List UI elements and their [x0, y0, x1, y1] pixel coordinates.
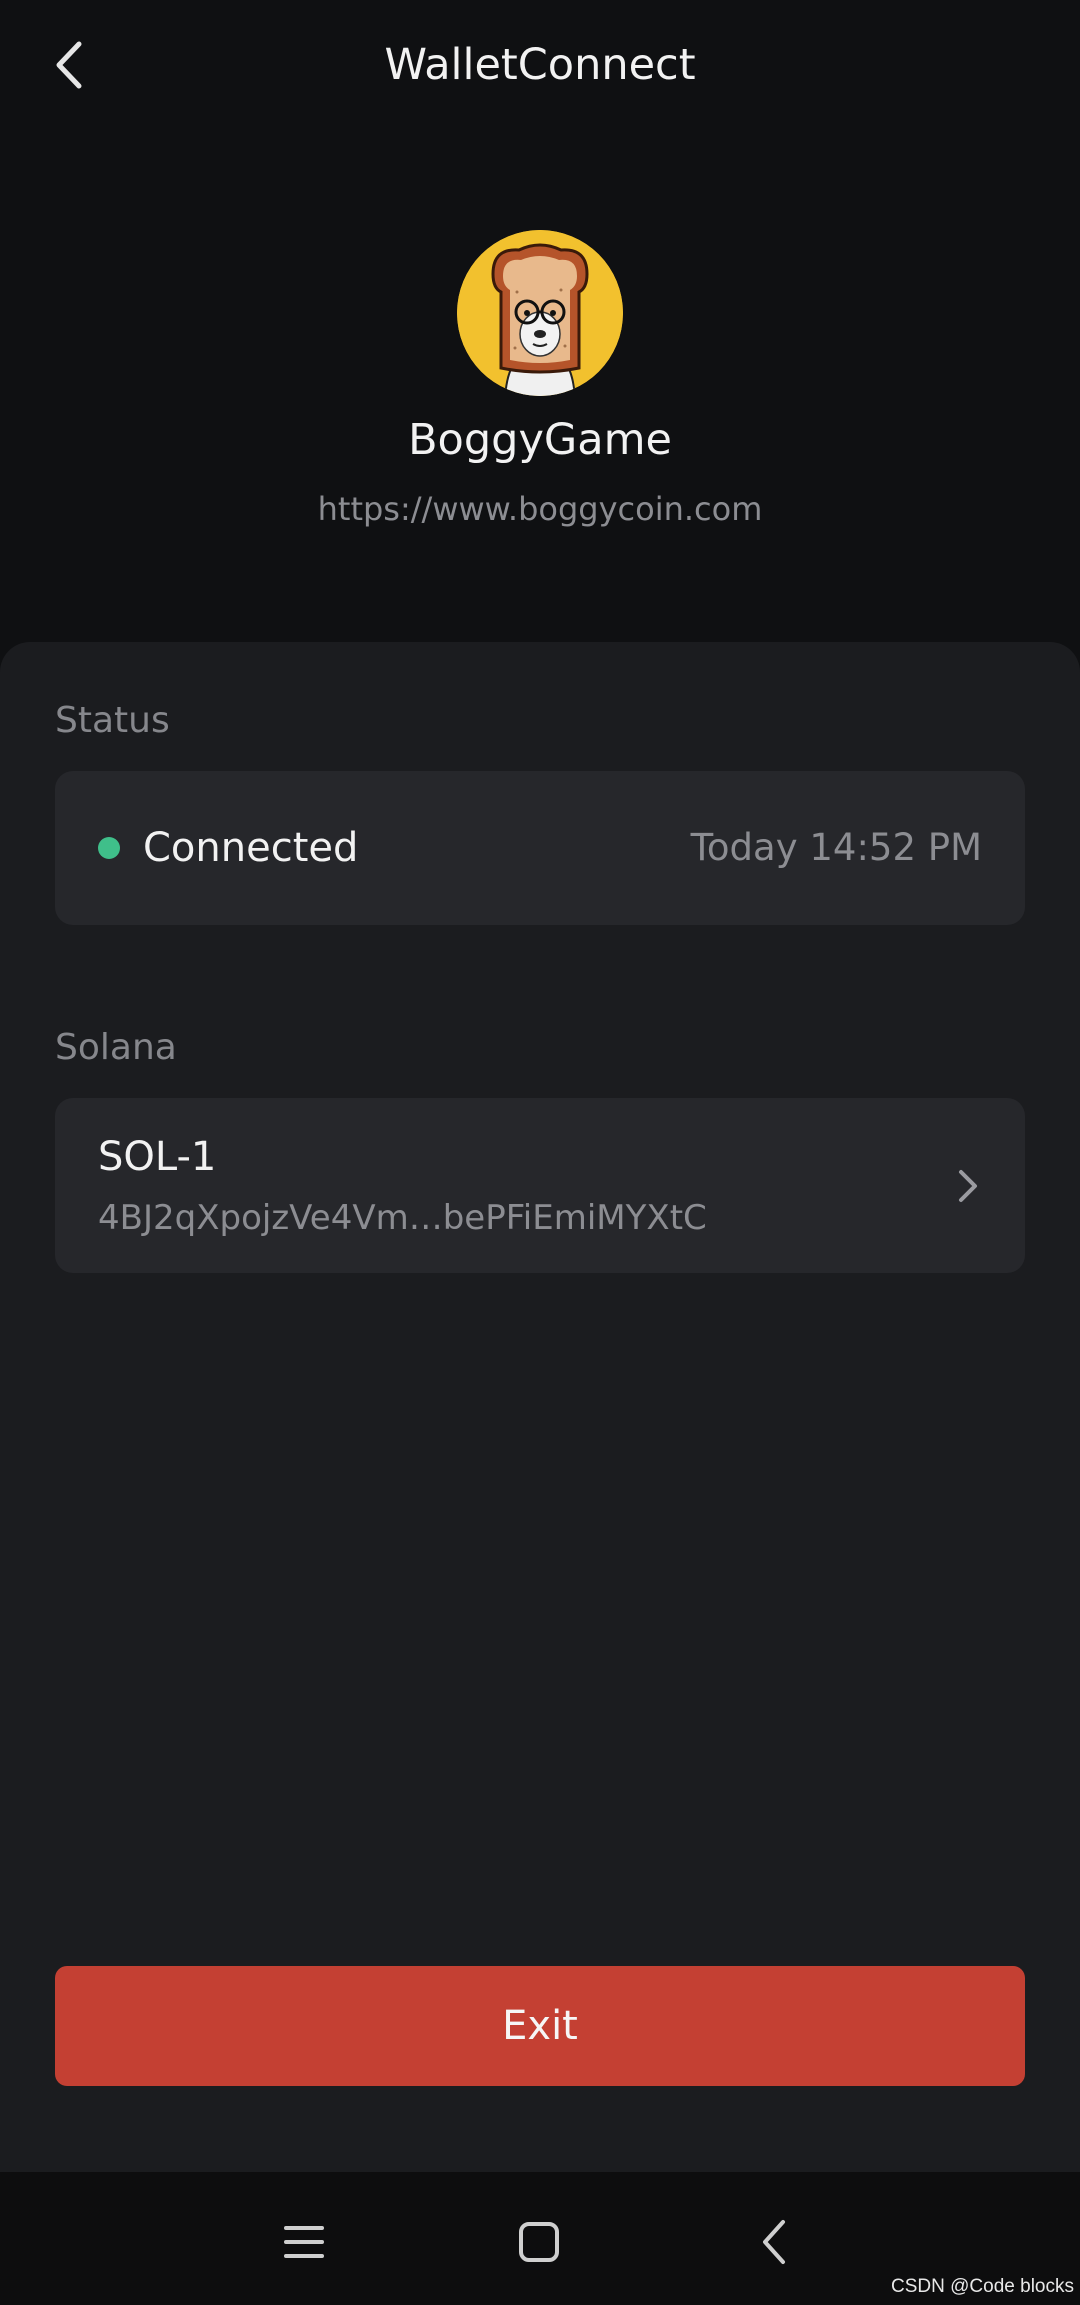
status-time: Today 14:52 PM: [690, 826, 982, 869]
boggy-dog-toast-logo-icon: [457, 230, 623, 396]
connected-dot-icon: [98, 837, 120, 859]
back-icon: [763, 2220, 785, 2264]
status-card: Connected Today 14:52 PM: [55, 771, 1025, 925]
nav-back-button[interactable]: [734, 2202, 814, 2282]
nav-home-button[interactable]: [499, 2202, 579, 2282]
header: WalletConnect: [0, 0, 1080, 130]
watermark: CSDN @Code blocks: [891, 2276, 1074, 2297]
account-name: SOL-1: [98, 1134, 217, 1180]
menu-icon: [284, 2226, 324, 2258]
dapp-logo: [457, 230, 623, 396]
dapp-url: https://www.boggycoin.com: [317, 490, 763, 528]
status-section-label: Status: [55, 700, 170, 741]
account-address: 4BJ2qXpojzVe4Vm…bePFiEmiMYXtC: [98, 1198, 707, 1238]
home-icon: [519, 2222, 559, 2262]
page-title: WalletConnect: [384, 40, 696, 90]
chain-section-label: Solana: [55, 1027, 177, 1068]
account-item[interactable]: SOL-1 4BJ2qXpojzVe4Vm…bePFiEmiMYXtC: [55, 1098, 1025, 1273]
chevron-right-icon: [959, 1170, 977, 1202]
nav-menu-button[interactable]: [264, 2202, 344, 2282]
exit-button[interactable]: Exit: [55, 1966, 1025, 2086]
details-sheet: Status Connected Today 14:52 PM Solana S…: [0, 642, 1080, 2172]
dapp-name: BoggyGame: [408, 415, 672, 465]
status-text: Connected: [143, 825, 359, 871]
